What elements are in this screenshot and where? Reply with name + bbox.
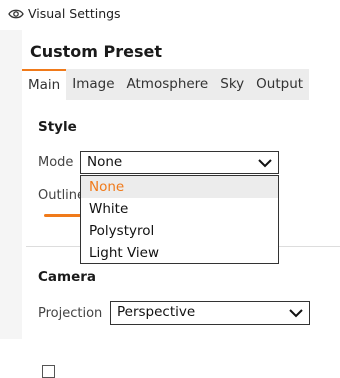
- eye-icon: [8, 9, 24, 19]
- camera-heading: Camera: [38, 269, 97, 285]
- dropdown-option-white[interactable]: White: [81, 198, 278, 220]
- mode-dropdown-list: None White Polystyrol Light View: [80, 175, 279, 264]
- dropdown-option-none[interactable]: None: [81, 176, 278, 198]
- title-bar: Visual Settings: [0, 0, 340, 30]
- projection-select[interactable]: Perspective: [110, 301, 310, 325]
- tab-atmosphere[interactable]: Atmosphere: [120, 69, 215, 100]
- projection-select-value: Perspective: [117, 304, 196, 320]
- preset-title: Custom Preset: [30, 42, 163, 61]
- chevron-down-icon[interactable]: [289, 308, 303, 318]
- chevron-down-icon[interactable]: [258, 158, 272, 168]
- mode-label: Mode: [38, 155, 74, 170]
- outline-slider[interactable]: [44, 214, 84, 217]
- projection-label: Projection: [38, 306, 103, 321]
- tab-bar: Main Image Atmosphere Sky Output: [22, 69, 310, 100]
- tab-main[interactable]: Main: [22, 69, 67, 100]
- left-strip: [0, 30, 22, 339]
- mode-select-value: None: [87, 154, 123, 170]
- window-title: Visual Settings: [28, 6, 121, 21]
- tab-output[interactable]: Output: [250, 69, 310, 100]
- tab-sky[interactable]: Sky: [214, 69, 251, 100]
- tab-image[interactable]: Image: [66, 69, 121, 100]
- style-heading: Style: [38, 119, 77, 135]
- mode-select[interactable]: None: [80, 151, 279, 174]
- dropdown-option-polystyrol[interactable]: Polystyrol: [81, 220, 278, 242]
- dropdown-option-light-view[interactable]: Light View: [81, 242, 278, 264]
- outline-label: Outline: [38, 188, 86, 203]
- checkbox[interactable]: [42, 365, 55, 378]
